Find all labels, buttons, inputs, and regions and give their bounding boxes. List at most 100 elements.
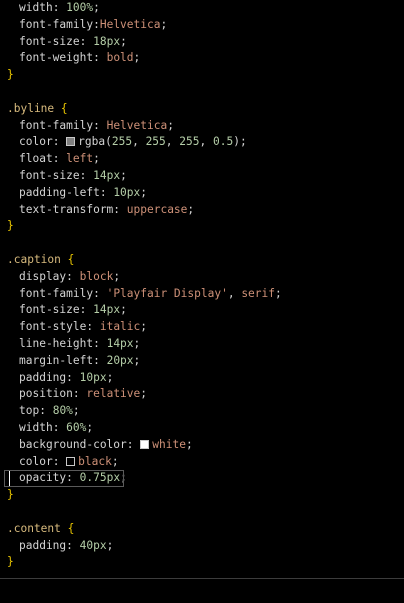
property-name: position [19,387,73,401]
property-value: 14px [106,336,134,350]
closing-brace: } [7,555,14,569]
property-name: padding [19,538,67,552]
current-code-line[interactable]: opacity: 0.75px; [0,470,404,488]
property-name: font-family [19,286,94,300]
property-name: font-size [19,34,80,48]
property-name: margin-left [19,353,94,367]
property-name: float [19,152,53,166]
code-line: margin-left: 20px; [19,353,141,367]
code-line: color: black; [19,454,119,468]
property-value: 60% [66,420,87,434]
css-selector: .content [7,521,61,535]
opening-brace: { [60,101,68,115]
property-name: font-weight [19,51,94,65]
property-name: font-family [19,118,94,132]
color-swatch[interactable] [140,439,150,449]
property-value: Helvetica [99,17,161,31]
code-line: width: 100%; [19,1,100,14]
property-value: 40px [79,538,107,552]
code-line: font-family:Helvetica; [19,17,168,31]
text-cursor [9,471,10,487]
property-name: width [19,420,53,434]
property-name: padding [19,370,67,384]
code-line: } [0,554,404,571]
code-line: display: block; [19,269,121,283]
code-line: .caption { [0,252,404,269]
code-line: font-size: 14px; [19,303,127,317]
property-value: relative [86,387,141,401]
code-line: background-color: white; [19,437,193,451]
property-name: padding-left [19,185,100,199]
property-value: Helvetica [106,118,168,132]
code-editor[interactable]: width: 100%; font-family:Helvetica; font… [0,0,404,578]
property-value-string: 'Playfair Display' [106,286,228,300]
code-line: font-weight: bold; [19,51,141,65]
property-value: 255 [145,135,166,149]
property-value: bold [106,51,134,65]
editor-bottom-divider [0,578,404,579]
property-value: 10px [79,370,107,384]
property-name: background-color [19,437,127,451]
color-swatch[interactable] [66,456,76,466]
opening-brace: { [67,252,75,266]
code-line: top: 80%; [19,404,80,418]
property-name: width [19,1,53,14]
code-line: padding: 40px; [19,538,114,552]
property-value: 255 [179,135,200,149]
code-line: font-family: 'Playfair Display', serif; [19,286,282,300]
property-value: italic [99,320,141,334]
property-value: 80% [52,404,73,418]
property-name: line-height [19,336,94,350]
color-function: rgba( [78,135,112,149]
property-name: color [19,135,53,149]
closing-brace: } [7,488,14,502]
property-name: top [19,404,40,418]
code-line: color: rgba(255, 255, 255, 0.5); [19,135,247,149]
property-name: color [19,454,53,468]
code-line: font-size: 18px; [19,34,127,48]
closing-brace: } [7,68,14,82]
opening-brace: { [67,521,75,535]
code-line: float: left; [19,152,100,166]
property-value: 10px [113,185,141,199]
property-value: left [66,152,94,166]
code-line: } [0,67,404,84]
current-line-highlight [4,470,124,488]
code-line: text-transform: uppercase; [19,202,195,216]
code-line: position: relative; [19,387,148,401]
property-name: font-size [19,168,80,182]
property-value: 100% [66,1,94,14]
code-line: } [0,487,404,504]
property-name: font-style [19,320,87,334]
code-line: width: 60%; [19,420,94,434]
css-selector: .byline [7,101,55,115]
closing-brace: } [7,219,14,233]
code-line: font-size: 14px; [19,168,127,182]
property-name: display [19,269,67,283]
color-function-close: ) [233,135,240,149]
property-value: 0.5 [212,135,234,149]
code-line: .byline { [0,101,404,118]
property-value: white [152,437,186,451]
code-line: font-style: italic; [19,320,148,334]
code-line: } [0,218,404,235]
property-value: serif [241,286,275,300]
code-line: .content { [0,521,404,538]
code-line: font-family: Helvetica; [19,118,174,132]
property-value: 18px [93,34,121,48]
code-line: padding-left: 10px; [19,185,148,199]
property-value: black [78,454,112,468]
property-value: 14px [93,168,121,182]
code-line: line-height: 14px; [19,336,141,350]
property-value: 255 [111,135,133,149]
code-line: padding: 10px; [19,370,114,384]
property-value: block [79,269,114,283]
property-value: uppercase [126,202,188,216]
color-swatch[interactable] [66,137,76,147]
css-selector: .caption [7,252,61,266]
property-name: font-size [19,303,80,317]
property-value: 14px [93,303,121,317]
